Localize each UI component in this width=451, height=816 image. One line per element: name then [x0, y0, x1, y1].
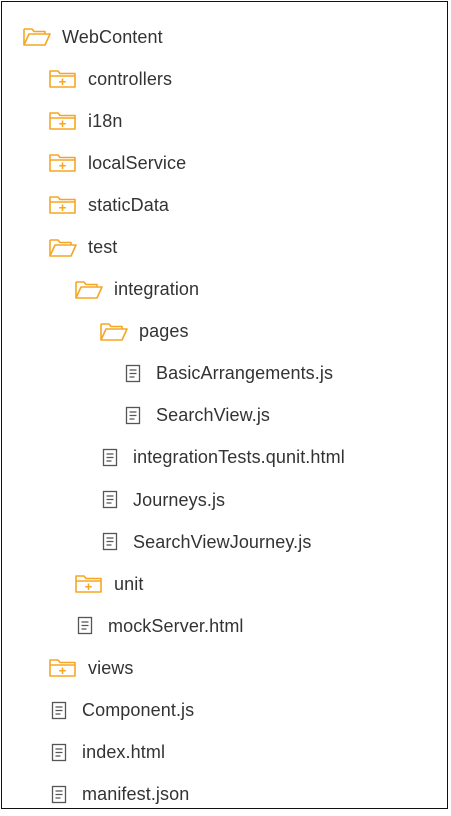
tree-item-label: test	[88, 237, 118, 258]
file-icon	[122, 363, 146, 385]
tree-item-label: Journeys.js	[133, 489, 226, 510]
folder-open-icon	[99, 321, 129, 343]
tree-item-label: staticData	[88, 194, 170, 215]
file-icon	[122, 405, 146, 427]
tree-item-journeys[interactable]: Journeys.js	[2, 479, 449, 521]
tree-item-label: localService	[88, 152, 187, 173]
tree-item-label: SearchView.js	[156, 405, 271, 426]
tree-item-localservice[interactable]: localService	[2, 142, 449, 184]
tree-item-label: SearchViewJourney.js	[133, 531, 312, 552]
folder-open-icon	[74, 279, 104, 301]
file-icon	[99, 531, 123, 553]
tree-item-label: integrationTests.qunit.html	[133, 447, 345, 468]
tree-item-label: pages	[139, 321, 189, 342]
tree-item-webcontent[interactable]: WebContent	[2, 16, 449, 58]
tree-item-unit[interactable]: unit	[2, 563, 449, 605]
tree-item-views[interactable]: views	[2, 647, 449, 689]
file-icon	[74, 615, 98, 637]
file-icon	[48, 742, 72, 764]
file-icon	[99, 447, 123, 469]
file-tree: WebContent controllers i18n localService…	[2, 16, 449, 816]
tree-item-label: index.html	[82, 742, 166, 763]
file-icon	[48, 700, 72, 722]
tree-item-label: views	[88, 657, 134, 678]
tree-item-mockserver[interactable]: mockServer.html	[2, 605, 449, 647]
tree-item-label: unit	[114, 573, 144, 594]
tree-item-basicarrangements[interactable]: BasicArrangements.js	[2, 353, 449, 395]
tree-item-label: i18n	[88, 110, 123, 131]
tree-item-i18n[interactable]: i18n	[2, 100, 449, 142]
folder-collapsed-icon	[74, 573, 104, 595]
tree-item-controllers[interactable]: controllers	[2, 58, 449, 100]
tree-item-test[interactable]: test	[2, 226, 449, 268]
tree-item-label: Component.js	[82, 700, 195, 721]
tree-item-manifest[interactable]: manifest.json	[2, 774, 449, 816]
tree-item-label: BasicArrangements.js	[156, 363, 334, 384]
tree-item-searchview[interactable]: SearchView.js	[2, 395, 449, 437]
file-tree-panel: WebContent controllers i18n localService…	[1, 1, 448, 809]
tree-item-component[interactable]: Component.js	[2, 690, 449, 732]
tree-item-label: WebContent	[62, 26, 163, 47]
folder-collapsed-icon	[48, 110, 78, 132]
tree-item-label: controllers	[88, 68, 173, 89]
folder-collapsed-icon	[48, 152, 78, 174]
tree-item-staticdata[interactable]: staticData	[2, 184, 449, 226]
tree-item-label: integration	[114, 279, 200, 300]
folder-collapsed-icon	[48, 68, 78, 90]
tree-item-pages[interactable]: pages	[2, 311, 449, 353]
folder-collapsed-icon	[48, 657, 78, 679]
tree-item-integrationtests[interactable]: integrationTests.qunit.html	[2, 437, 449, 479]
folder-collapsed-icon	[48, 194, 78, 216]
tree-item-searchviewjourney[interactable]: SearchViewJourney.js	[2, 521, 449, 563]
folder-open-icon	[48, 237, 78, 259]
file-icon	[48, 784, 72, 806]
tree-item-label: mockServer.html	[108, 615, 244, 636]
tree-item-index[interactable]: index.html	[2, 732, 449, 774]
tree-item-label: manifest.json	[82, 784, 190, 805]
file-icon	[99, 489, 123, 511]
tree-item-integration[interactable]: integration	[2, 269, 449, 311]
folder-open-icon	[22, 26, 52, 48]
